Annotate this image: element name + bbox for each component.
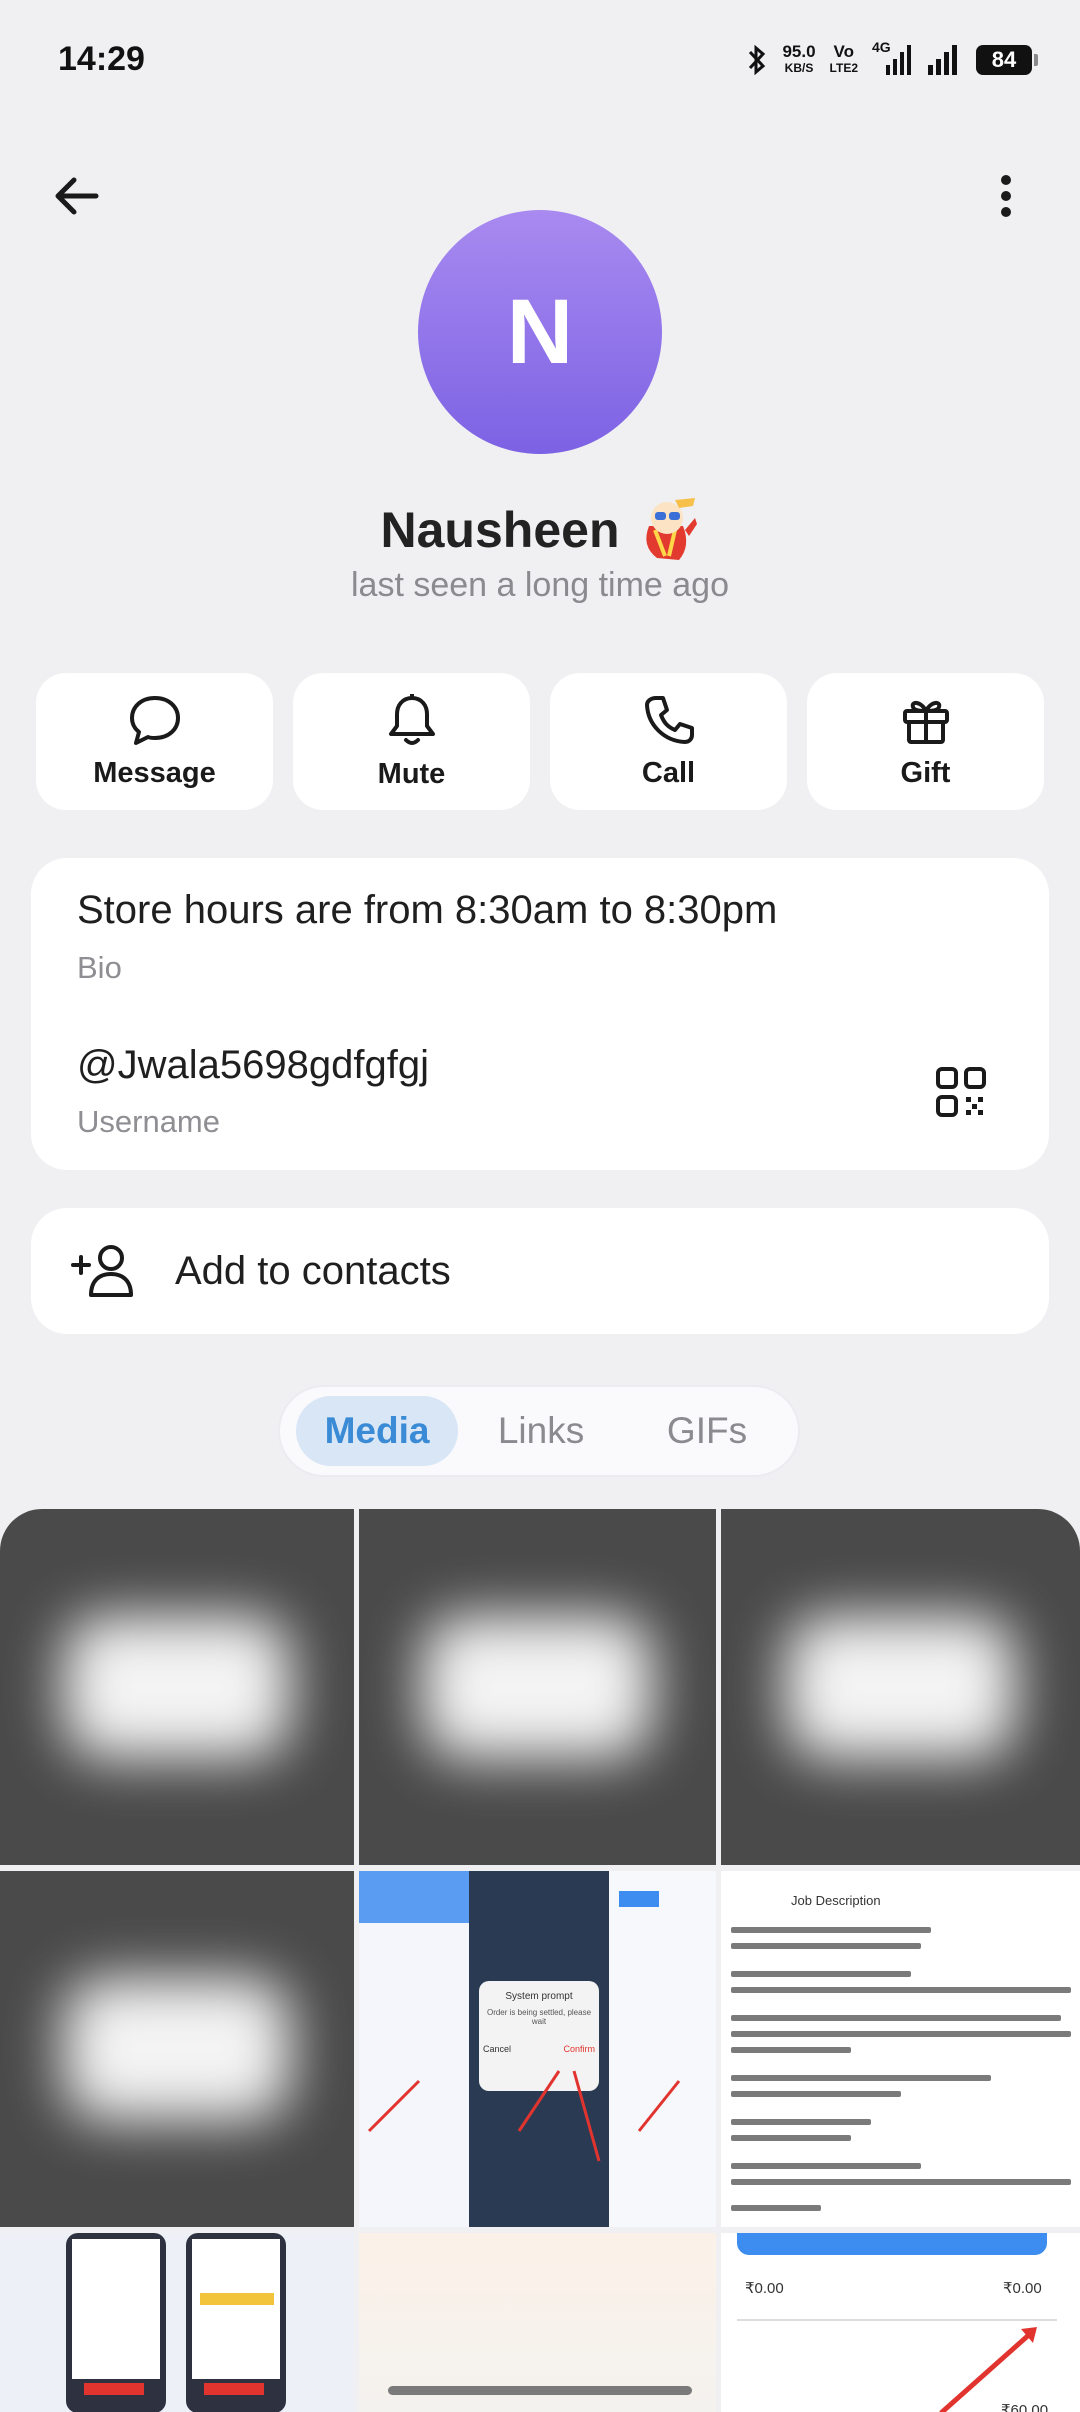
avatar[interactable]: N [418, 210, 662, 454]
more-menu-button[interactable] [976, 166, 1036, 226]
battery-icon: 84 [976, 45, 1038, 75]
media-thumbnail[interactable]: Job Description [721, 1871, 1080, 2227]
media-thumbnail[interactable]: System prompt Order is being settled, pl… [359, 1871, 716, 2227]
media-grid: System prompt Order is being settled, pl… [0, 1509, 1080, 2412]
tab-gifs[interactable]: GIFs [624, 1396, 790, 1466]
action-buttons: Message Mute Call Gift [36, 673, 1044, 810]
media-thumbnail[interactable]: ₹0.00 ₹0.00 ₹60.00 [721, 2233, 1080, 2412]
phone-icon [644, 696, 694, 744]
back-button[interactable] [46, 166, 106, 226]
profile-name-row: Nausheen [0, 496, 1080, 564]
media-thumbnail[interactable] [0, 1509, 354, 1865]
home-indicator[interactable] [388, 2386, 692, 2395]
add-to-contacts-label: Add to contacts [175, 1248, 451, 1293]
network-speed: 95.0 KB/S [782, 42, 816, 75]
message-label: Message [93, 757, 216, 789]
media-thumbnail[interactable] [0, 2233, 354, 2412]
mute-label: Mute [377, 758, 446, 790]
signal-icon: 4G [872, 39, 912, 77]
status-time: 14:29 [58, 40, 145, 78]
media-thumbnail[interactable] [359, 1509, 716, 1865]
volte-indicator: Vo LTE2 [829, 42, 858, 75]
arrow-left-icon [55, 177, 99, 215]
profile-name: Nausheen [380, 502, 620, 558]
username-label: Username [77, 1104, 220, 1139]
mute-button[interactable]: Mute [293, 673, 530, 810]
more-vertical-icon [1001, 175, 1011, 217]
media-thumbnail[interactable] [0, 1871, 354, 2227]
info-card: Store hours are from 8:30am to 8:30pm Bi… [31, 858, 1049, 1170]
annotation-arrow [939, 2327, 1037, 2412]
gift-label: Gift [900, 757, 951, 789]
qr-code-icon[interactable] [935, 1066, 987, 1118]
add-to-contacts-button[interactable]: Add to contacts [31, 1208, 1049, 1334]
call-button[interactable]: Call [550, 673, 787, 810]
bio-text[interactable]: Store hours are from 8:30am to 8:30pm [77, 888, 777, 933]
tab-links[interactable]: Links [458, 1396, 624, 1466]
emoji-sticker-icon [646, 498, 698, 560]
status-icons: 95.0 KB/S Vo LTE2 4G 84 [746, 39, 1038, 80]
gift-button[interactable]: Gift [807, 673, 1044, 810]
media-tabs: Media Links GIFs [278, 1385, 800, 1477]
gift-icon [902, 700, 949, 744]
call-label: Call [641, 757, 696, 789]
chat-bubble-icon [129, 696, 180, 745]
tab-media[interactable]: Media [296, 1396, 459, 1466]
message-button[interactable]: Message [36, 673, 273, 810]
annotation-arrows [367, 2070, 681, 2162]
signal-icon [928, 45, 957, 75]
bio-label: Bio [77, 950, 122, 985]
username-text[interactable]: @Jwala5698gdfgfgj [77, 1043, 429, 1088]
doc-title: Job Description [791, 1893, 881, 1908]
bell-icon [388, 694, 435, 745]
add-person-icon [71, 1245, 133, 1297]
bluetooth-icon [749, 44, 766, 76]
last-seen-status: last seen a long time ago [350, 566, 730, 604]
status-bar: 14:29 95.0 KB/S Vo LTE2 4G 84 [0, 0, 1080, 120]
media-thumbnail[interactable] [721, 1509, 1080, 1865]
